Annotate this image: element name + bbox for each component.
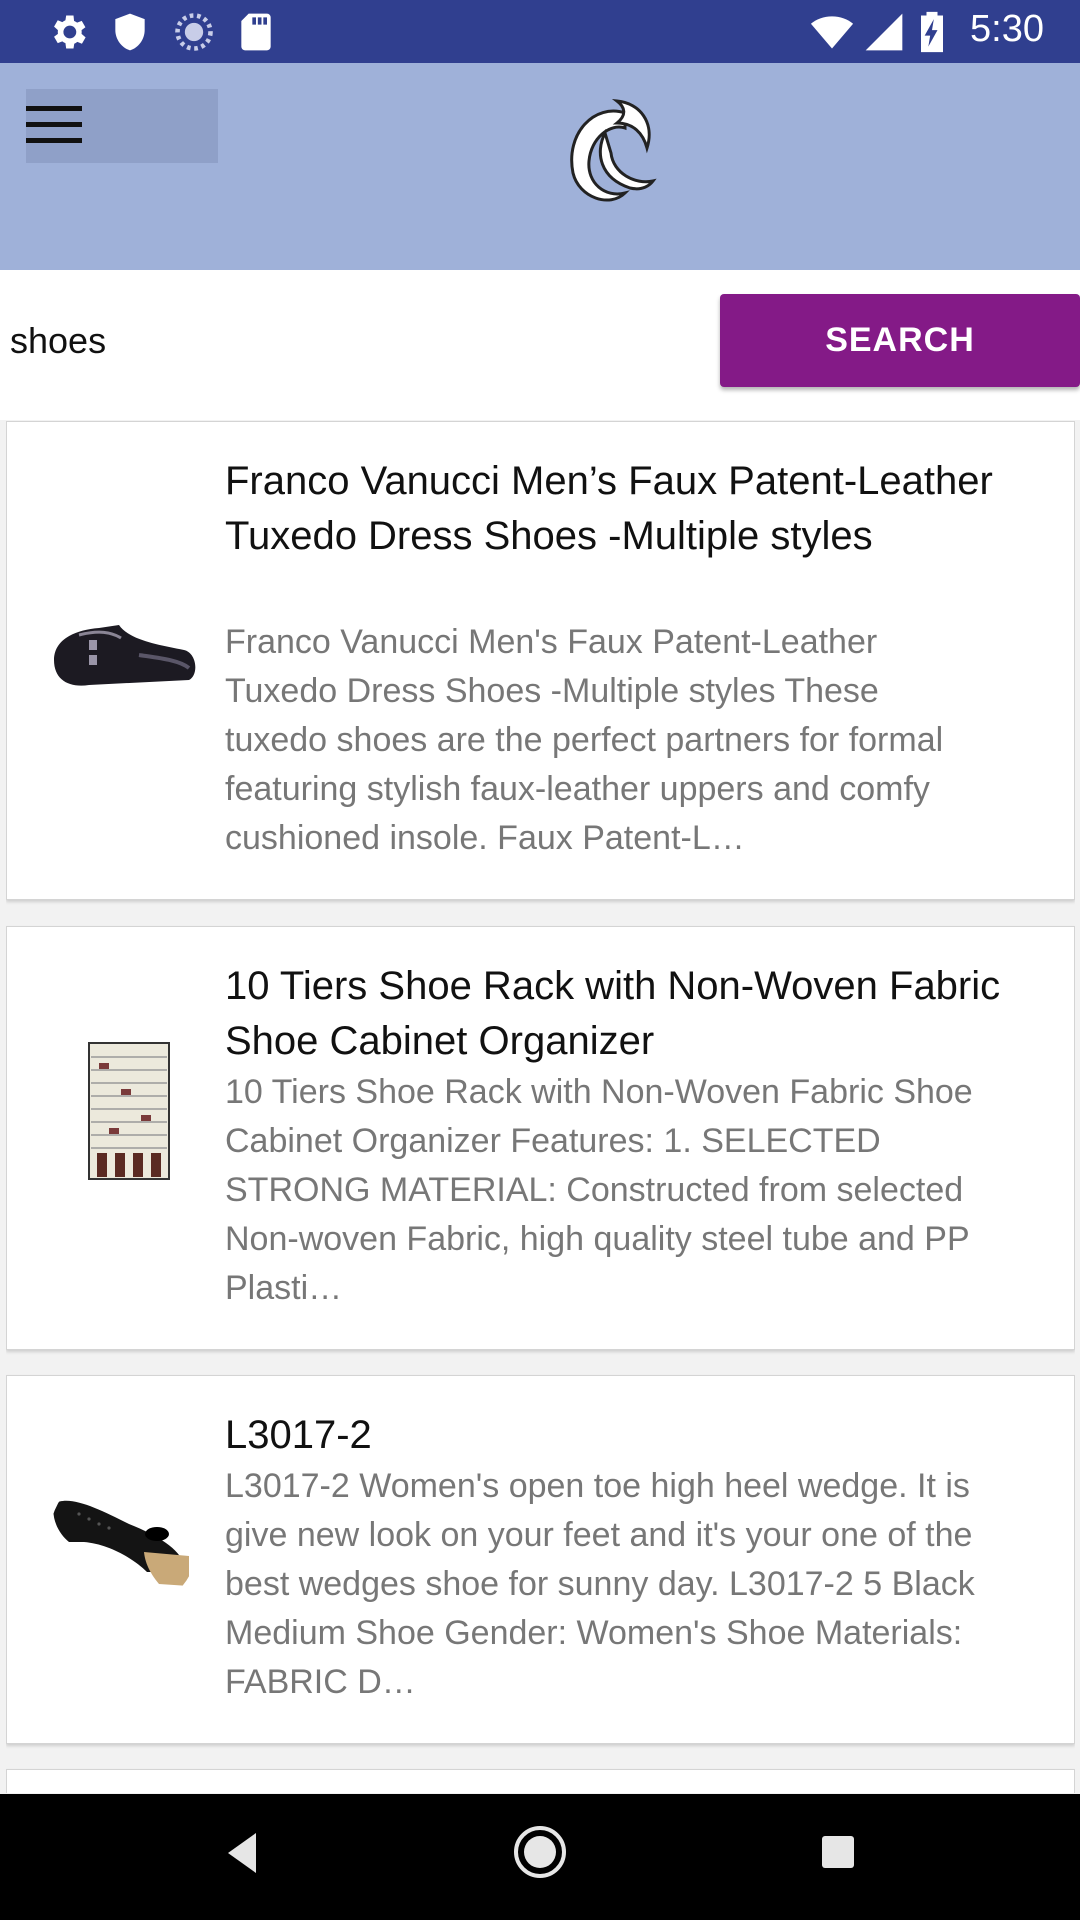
recents-icon[interactable] — [820, 1834, 856, 1870]
list-item[interactable] — [6, 1769, 1075, 1793]
item-title: Franco Vanucci Men’s Faux Patent-Leather… — [225, 459, 993, 558]
list-item[interactable]: 10 Tiers Shoe Rack with Non-Woven Fabric… — [6, 926, 1075, 1350]
item-title: 10 Tiers Shoe Rack with Non-Woven Fabric… — [225, 964, 1001, 1063]
gear-icon — [54, 15, 86, 49]
dress-shoe-thumbnail — [49, 580, 199, 730]
sd-card-icon — [241, 13, 271, 51]
dress-shoe-image — [54, 625, 196, 686]
results-list[interactable]: Franco Vanucci Men’s Faux Patent-Leather… — [6, 421, 1075, 1793]
wedge-shoe-image — [53, 1500, 189, 1586]
list-item[interactable]: L3017-2 L3017-2 Women's open toe high he… — [6, 1375, 1075, 1744]
sync-icon — [175, 13, 213, 51]
list-item[interactable]: Franco Vanucci Men’s Faux Patent-Leather… — [6, 421, 1075, 900]
item-description: 10 Tiers Shoe Rack with Non-Woven Fabric… — [225, 1073, 973, 1307]
item-description: L3017-2 Women's open toe high heel wedge… — [225, 1467, 975, 1701]
navigation-bar — [0, 1794, 1080, 1920]
hamburger-menu-icon — [26, 106, 82, 143]
shield-icon — [115, 13, 145, 51]
shoe-rack-thumbnail — [49, 1035, 199, 1185]
signal-icon — [865, 13, 903, 51]
search-input[interactable] — [0, 300, 712, 382]
home-icon[interactable] — [512, 1824, 568, 1880]
item-title: L3017-2 — [225, 1413, 372, 1457]
wedge-shoe-thumbnail — [49, 1464, 199, 1614]
back-icon[interactable] — [222, 1827, 262, 1879]
status-time: 5:30 — [970, 8, 1044, 50]
app-logo — [570, 99, 657, 202]
item-description: Franco Vanucci Men's Faux Patent-Leather… — [225, 623, 944, 857]
battery-charging-icon — [921, 11, 943, 53]
app-header — [0, 63, 1080, 270]
status-bar: 5:30 — [0, 0, 1080, 63]
search-button[interactable]: SEARCH — [720, 294, 1080, 387]
menu-button[interactable] — [26, 89, 218, 163]
search-bar: SEARCH — [0, 270, 1080, 420]
shoe-rack-image — [88, 1042, 170, 1180]
wifi-icon — [810, 16, 854, 49]
